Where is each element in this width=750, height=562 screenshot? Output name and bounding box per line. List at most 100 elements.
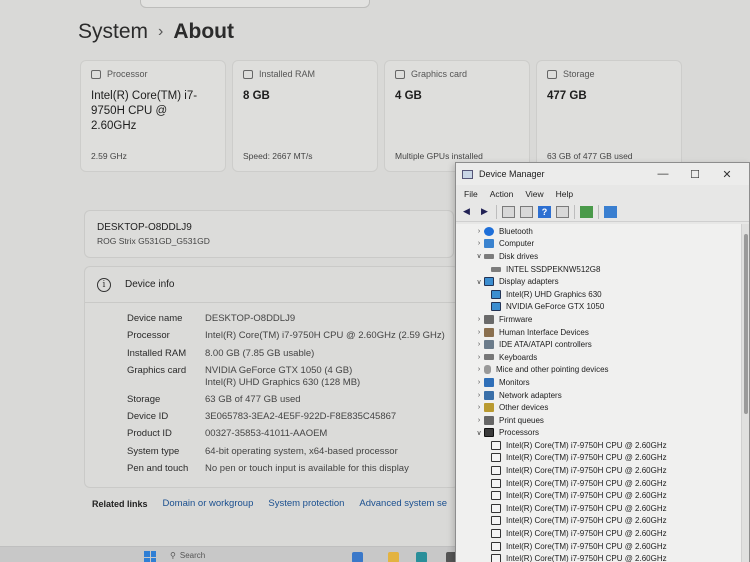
tree-device[interactable]: Intel(R) Core(TM) i7-9750H CPU @ 2.60GHz — [456, 502, 743, 515]
spec-row: System type 64-bit operating system, x64… — [127, 446, 445, 463]
spec-value: 3E065783-3EA2-4E5F-922D-F8E835C45867 — [205, 411, 397, 423]
tree-category[interactable]: › Network adapters — [456, 389, 743, 402]
disp-device-icon — [491, 302, 501, 312]
menu-help[interactable]: Help — [556, 189, 573, 199]
minimize-icon[interactable]: — — [647, 168, 679, 180]
graphics-card-label: Graphics card — [411, 69, 468, 79]
tree-item-label: Intel(R) Core(TM) i7-9750H CPU @ 2.60GHz — [506, 453, 667, 463]
chevron-right-icon[interactable]: › — [474, 379, 484, 386]
storage-card-value: 477 GB — [547, 90, 587, 102]
related-links-label: Related links — [92, 498, 148, 509]
details-icon[interactable] — [556, 205, 569, 218]
maximize-icon[interactable]: ☐ — [679, 168, 711, 181]
storage-card: Storage 477 GB 63 GB of 477 GB used — [536, 60, 682, 172]
tree-device[interactable]: INTEL SSDPEKNW512G8 — [456, 263, 743, 276]
info-icon: i — [97, 277, 111, 292]
device-tree-scrollbar[interactable] — [741, 224, 749, 562]
taskbar-app-icon[interactable] — [352, 552, 363, 562]
domain-workgroup-link[interactable]: Domain or workgroup — [163, 498, 254, 509]
tree-category[interactable]: › Monitors — [456, 376, 743, 389]
back-arrow-icon[interactable]: ◀ — [460, 206, 473, 218]
scan-hardware-icon[interactable] — [604, 205, 617, 218]
forward-arrow-icon[interactable]: ▶ — [478, 206, 491, 218]
spec-row: Graphics card NVIDIA GeForce GTX 1050 (4… — [127, 365, 445, 394]
tree-category[interactable]: › Mice and other pointing devices — [456, 364, 743, 377]
tree-category[interactable]: ∨ Disk drives — [456, 250, 743, 263]
cpu-icon — [91, 69, 101, 79]
tree-device[interactable]: Intel(R) Core(TM) i7-9750H CPU @ 2.60GHz — [456, 515, 743, 528]
chevron-right-icon[interactable]: › — [474, 417, 484, 424]
chevron-right-icon[interactable]: › — [474, 228, 484, 235]
menu-view[interactable]: View — [525, 189, 543, 199]
folder-icon[interactable] — [388, 552, 399, 562]
tree-category[interactable]: › Bluetooth — [456, 225, 743, 238]
advanced-system-settings-link[interactable]: Advanced system se — [359, 498, 447, 509]
mon-device-icon — [484, 377, 494, 387]
other-device-icon — [484, 403, 494, 413]
tree-category[interactable]: › Human Interface Devices — [456, 326, 743, 339]
menu-action[interactable]: Action — [490, 189, 514, 199]
ram-card-sub: Speed: 2667 MT/s — [243, 151, 313, 161]
tree-category[interactable]: › Computer — [456, 238, 743, 251]
tree-device[interactable]: Intel(R) UHD Graphics 630 — [456, 288, 743, 301]
tree-device[interactable]: Intel(R) Core(TM) i7-9750H CPU @ 2.60GHz — [456, 489, 743, 502]
tree-category[interactable]: › Firmware — [456, 313, 743, 326]
device-info-header[interactable]: i Device info — [85, 267, 458, 303]
spec-value: 00327-35853-41011-AAOEM — [205, 428, 328, 440]
show-hidden-icon[interactable] — [520, 205, 533, 218]
tree-device[interactable]: NVIDIA GeForce GTX 1050 — [456, 301, 743, 314]
cpu-sm-device-icon — [491, 503, 501, 513]
bt-device-icon — [484, 226, 494, 236]
mouse-device-icon — [484, 365, 491, 375]
device-manager-titlebar[interactable]: Device Manager — ☐ ✕ — [456, 163, 749, 185]
chevron-right-icon[interactable]: › — [474, 240, 484, 247]
tree-device[interactable]: Intel(R) Core(TM) i7-9750H CPU @ 2.60GHz — [456, 439, 743, 452]
chevron-down-icon[interactable]: ∨ — [474, 429, 484, 437]
tree-category[interactable]: › Other devices — [456, 401, 743, 414]
device-rename-panel[interactable]: DESKTOP-O8DDLJ9 ROG Strix G531GD_G531GD — [84, 210, 454, 258]
tree-device[interactable]: Intel(R) Core(TM) i7-9750H CPU @ 2.60GHz — [456, 452, 743, 465]
chevron-right-icon[interactable]: › — [474, 366, 484, 373]
help-icon[interactable]: ? — [538, 205, 551, 218]
tree-category[interactable]: › Print queues — [456, 414, 743, 427]
chevron-right-icon[interactable]: › — [474, 341, 484, 348]
spec-value-line: Intel(R) UHD Graphics 630 (128 MB) — [205, 376, 361, 388]
taskbar-search[interactable]: ⚲ Search — [170, 551, 205, 560]
spec-cards: Processor Intel(R) Core(TM) i7-9750H CPU… — [80, 60, 682, 172]
properties-icon[interactable] — [502, 205, 515, 218]
disp-device-icon — [491, 289, 501, 299]
close-icon[interactable]: ✕ — [711, 168, 743, 181]
tree-device[interactable]: Intel(R) Core(TM) i7-9750H CPU @ 2.60GHz — [456, 527, 743, 540]
chevron-right-icon[interactable]: › — [474, 316, 484, 323]
tree-category[interactable]: › Keyboards — [456, 351, 743, 364]
windows-start-icon[interactable] — [144, 551, 156, 562]
tree-item-label: Intel(R) Core(TM) i7-9750H CPU @ 2.60GHz — [506, 466, 667, 476]
system-protection-link[interactable]: System protection — [268, 498, 344, 509]
chevron-right-icon[interactable]: › — [474, 354, 484, 361]
device-info-section: i Device info Device name DESKTOP-O8DDLJ… — [84, 266, 459, 488]
tree-device[interactable]: Intel(R) Core(TM) i7-9750H CPU @ 2.60GHz — [456, 477, 743, 490]
chevron-right-icon[interactable]: › — [474, 329, 484, 336]
update-driver-icon[interactable] — [580, 205, 593, 218]
ram-card-label: Installed RAM — [259, 69, 316, 79]
menu-file[interactable]: File — [464, 189, 478, 199]
breadcrumb-system-link[interactable]: System — [78, 20, 148, 44]
tree-device[interactable]: Intel(R) Core(TM) i7-9750H CPU @ 2.60GHz — [456, 540, 743, 553]
chevron-right-icon[interactable]: › — [474, 392, 484, 399]
tree-category[interactable]: ∨ Processors — [456, 427, 743, 440]
net-device-icon — [484, 390, 494, 400]
settings-search-box[interactable] — [140, 0, 370, 8]
tree-item-label: Display adapters — [499, 277, 559, 287]
chevron-down-icon[interactable]: ∨ — [474, 278, 484, 286]
chevron-down-icon[interactable]: ∨ — [474, 252, 484, 260]
edge-icon[interactable] — [416, 552, 427, 562]
tree-device[interactable]: Intel(R) Core(TM) i7-9750H CPU @ 2.60GHz — [456, 464, 743, 477]
scrollbar-thumb[interactable] — [744, 234, 748, 414]
chevron-right-icon[interactable]: › — [474, 404, 484, 411]
tree-category[interactable]: › IDE ATA/ATAPI controllers — [456, 338, 743, 351]
graphics-card-sub: Multiple GPUs installed — [395, 151, 483, 161]
tree-category[interactable]: ∨ Display adapters — [456, 275, 743, 288]
toolbar-divider — [496, 204, 497, 219]
tree-device[interactable]: Intel(R) Core(TM) i7-9750H CPU @ 2.60GHz — [456, 552, 743, 562]
spec-value: NVIDIA GeForce GTX 1050 (4 GB) Intel(R) … — [205, 365, 360, 394]
